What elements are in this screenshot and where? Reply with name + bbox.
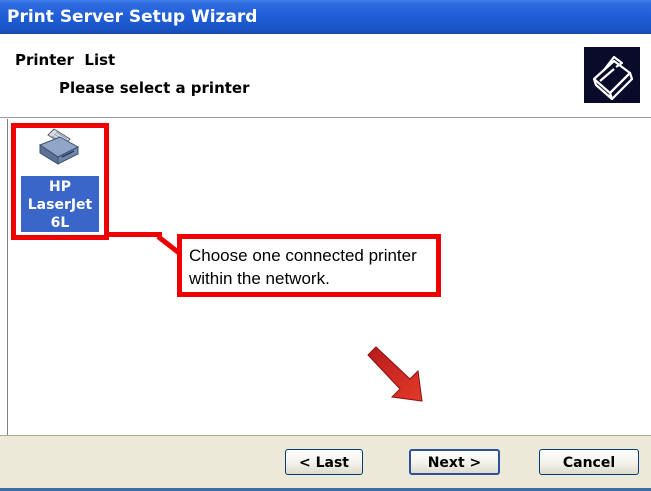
page-title: Printer List	[15, 51, 116, 69]
window-titlebar: Print Server Setup Wizard	[0, 0, 651, 34]
wizard-header: Printer List Please select a printer	[0, 34, 651, 117]
window-title: Print Server Setup Wizard	[7, 7, 258, 27]
last-button[interactable]: < Last	[285, 449, 363, 475]
page-subtitle: Please select a printer	[59, 79, 250, 97]
arrow-pointer-icon	[366, 345, 436, 405]
wizard-footer: < Last Next > Cancel	[0, 435, 651, 491]
cancel-button[interactable]: Cancel	[539, 449, 639, 475]
next-button[interactable]: Next >	[409, 449, 500, 475]
footer-separator	[0, 435, 651, 436]
header-printer-icon	[584, 47, 640, 103]
highlight-box	[11, 123, 109, 240]
callout-leader-line	[109, 232, 162, 237]
callout-annotation: Choose one connected printer within the …	[177, 234, 441, 297]
